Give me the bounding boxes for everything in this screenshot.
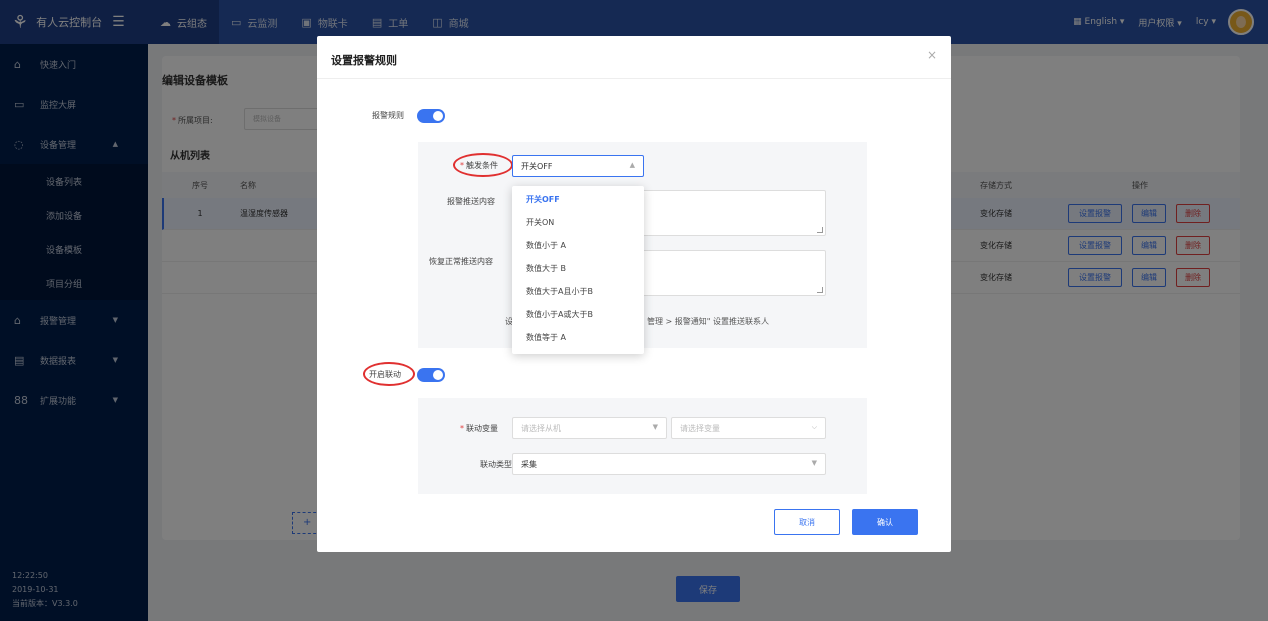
option-outside-a-b[interactable]: 数值小于A或大于B bbox=[512, 303, 644, 326]
option-switch-on[interactable]: 开关ON bbox=[512, 211, 644, 234]
alarm-rule-modal: 设置报警规则 × 报警规则 * 触发条件 开关OFF ▲ 报警推送内容 恢复正常推送… bbox=[317, 36, 951, 552]
alarm-rule-switch[interactable] bbox=[417, 109, 445, 123]
modal-title: 设置报警规则 bbox=[331, 54, 397, 67]
modal-divider bbox=[317, 78, 951, 79]
option-between-a-b[interactable]: 数值大于A且小于B bbox=[512, 280, 644, 303]
trigger-select[interactable]: 开关OFF ▲ bbox=[512, 155, 644, 177]
hint-suffix: 管理 > 报警通知" 设置推送联系人 bbox=[647, 317, 770, 326]
option-switch-off[interactable]: 开关OFF bbox=[512, 188, 644, 211]
linkage-var-label: * 联动变量 bbox=[460, 424, 498, 433]
chevron-down-icon: ▼ bbox=[652, 423, 658, 431]
cancel-button[interactable]: 取消 bbox=[774, 509, 840, 535]
linkage-switch[interactable] bbox=[417, 368, 445, 382]
alarm-rule-label: 报警规则 bbox=[372, 111, 404, 120]
recover-content-label: 恢复正常推送内容 bbox=[429, 257, 493, 266]
variable-select-placeholder: 请选择变量 bbox=[680, 424, 720, 433]
option-equal-a[interactable]: 数值等于 A bbox=[512, 326, 644, 349]
slave-select-placeholder: 请选择从机 bbox=[521, 424, 561, 433]
linkage-type-select[interactable]: 采集 ▼ bbox=[512, 453, 826, 475]
trigger-dropdown: 开关OFF 开关ON 数值小于 A 数值大于 B 数值大于A且小于B 数值小于A… bbox=[512, 186, 644, 354]
variable-select[interactable]: 请选择变量 ⌵ bbox=[671, 417, 826, 439]
chevron-up-icon: ▲ bbox=[629, 161, 635, 169]
linkage-type-label: 联动类型 bbox=[480, 460, 512, 469]
linkage-panel bbox=[418, 398, 867, 494]
annotation-ring bbox=[363, 362, 415, 386]
chevron-down-icon: ▼ bbox=[811, 459, 817, 467]
confirm-button[interactable]: 确认 bbox=[852, 509, 918, 535]
push-content-label: 报警推送内容 bbox=[447, 197, 495, 206]
close-icon[interactable]: × bbox=[927, 48, 937, 62]
chevron-down-icon: ⌵ bbox=[811, 423, 817, 431]
linkage-var-label-text: 联动变量 bbox=[466, 424, 498, 433]
annotation-ring bbox=[453, 153, 513, 177]
option-greater-than-b[interactable]: 数值大于 B bbox=[512, 257, 644, 280]
trigger-select-value: 开关OFF bbox=[521, 162, 553, 171]
option-less-than-a[interactable]: 数值小于 A bbox=[512, 234, 644, 257]
linkage-type-value: 采集 bbox=[521, 460, 537, 469]
slave-select[interactable]: 请选择从机 ▼ bbox=[512, 417, 667, 439]
